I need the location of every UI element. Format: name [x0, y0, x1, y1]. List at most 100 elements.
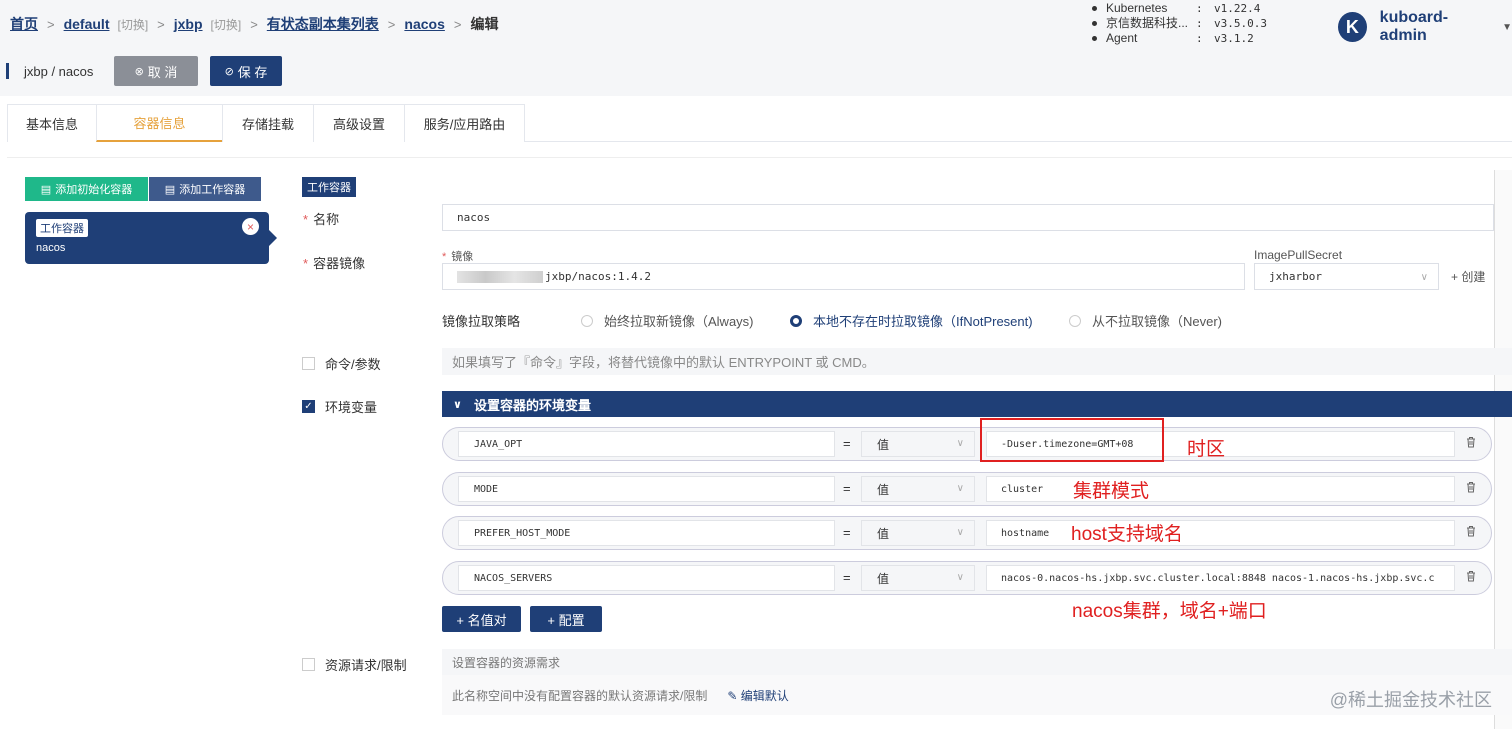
tab-container-info[interactable]: 容器信息 [96, 104, 223, 142]
redacted-registry [457, 270, 543, 283]
env-name-input[interactable]: NACOS_SERVERS [458, 565, 835, 591]
tab-advanced[interactable]: 高级设置 [313, 104, 405, 142]
image-sublabel: * 镜像 [442, 251, 474, 263]
container-card[interactable]: 工作容器 nacos × [25, 212, 277, 264]
env-row: MODE = 值 ∨ cluster [442, 472, 1492, 506]
username[interactable]: kuboard-admin [1380, 9, 1490, 45]
image-sublabel-text: 镜像 [451, 251, 474, 263]
image-label-text: 容器镜像 [313, 256, 366, 271]
env-type-select[interactable]: 值 ∨ [861, 565, 975, 591]
cancel-label: 取 消 [147, 64, 178, 80]
add-container-buttons: ▤ 添加初始化容器 ▤ 添加工作容器 [25, 177, 261, 201]
radio-always[interactable]: 始终拉取新镜像（Always) [581, 311, 754, 330]
pull-secret-select[interactable]: jxharbor ∨ [1254, 263, 1439, 290]
create-secret-link[interactable]: + 创建 [1451, 268, 1485, 285]
edit-defaults-link[interactable]: ✎ 编辑默认 [727, 687, 788, 704]
env-type-value: 值 [877, 437, 890, 452]
radio-never[interactable]: 从不拉取镜像（Never) [1069, 311, 1222, 330]
env-name-input[interactable]: JAVA_OPT [458, 431, 835, 457]
name-label-text: 名称 [313, 212, 340, 227]
breadcrumb-switch-cluster[interactable]: [切换] [117, 16, 148, 33]
user-menu[interactable]: K kuboard-admin ▼ [1338, 9, 1512, 45]
chevron-down-icon: ∨ [956, 572, 964, 583]
env-value-input[interactable]: cluster [986, 476, 1455, 502]
checkbox[interactable] [302, 357, 315, 370]
env-type-value: 值 [877, 482, 890, 497]
breadcrumb-namespace[interactable]: jxbp [174, 16, 203, 32]
radio-icon [790, 314, 802, 327]
checkbox[interactable] [302, 658, 315, 671]
breadcrumb-home[interactable]: 首页 [10, 14, 38, 34]
equals-sign: = [843, 481, 851, 496]
env-section-header[interactable]: ∨ 设置容器的环境变量 [442, 391, 1512, 417]
pull-secret-value: jxharbor [1269, 270, 1322, 283]
container-name: nacos [36, 242, 66, 254]
env-row: PREFER_HOST_MODE = 值 ∨ hostname [442, 516, 1492, 550]
add-config-button[interactable]: + 配置 [530, 606, 602, 632]
pull-policy-label: 镜像拉取策略 [442, 314, 521, 329]
image-label: * 容器镜像 [303, 256, 366, 271]
env-row: JAVA_OPT = 值 ∨ -Duser.timezone=GMT+08 [442, 427, 1492, 461]
version-value: v1.22.4 [1214, 2, 1261, 15]
version-colon: : [1196, 32, 1203, 45]
add-init-label: 添加初始化容器 [55, 184, 133, 196]
radio-icon [581, 314, 593, 327]
scrollbar[interactable] [1494, 170, 1512, 729]
command-checkbox-row[interactable]: 命令/参数 [302, 354, 381, 373]
container-type-tag: 工作容器 [36, 219, 88, 237]
breadcrumb-cluster[interactable]: default [64, 16, 110, 32]
watermark: @稀土掘金技术社区 [1329, 690, 1492, 710]
chevron-down-icon: ∨ [956, 527, 964, 538]
name-input[interactable]: nacos [442, 204, 1494, 231]
check-circle-icon: ⊘ [224, 65, 234, 78]
chevron-right-icon: > [250, 16, 258, 32]
close-icon[interactable]: × [242, 218, 259, 235]
section-tag: 工作容器 [302, 177, 356, 197]
env-type-select[interactable]: 值 ∨ [861, 431, 975, 457]
version-name: 京信数据科技... [1106, 16, 1189, 30]
add-work-container-button[interactable]: ▤ 添加工作容器 [149, 177, 261, 201]
resource-label: 资源请求/限制 [325, 658, 407, 673]
env-value-input[interactable]: hostname [986, 520, 1455, 546]
annotation-host-domain: host支持域名 [1071, 524, 1183, 545]
breadcrumb-nacos[interactable]: nacos [404, 16, 444, 32]
checkbox-checked-icon[interactable]: ✓ [302, 400, 315, 413]
add-init-container-button[interactable]: ▤ 添加初始化容器 [25, 177, 148, 201]
resource-checkbox-row[interactable]: 资源请求/限制 [302, 655, 407, 674]
env-header-text: 设置容器的环境变量 [473, 397, 591, 413]
env-type-select[interactable]: 值 ∨ [861, 520, 975, 546]
save-label: 保 存 [237, 64, 268, 80]
trash-icon[interactable] [1466, 481, 1476, 493]
save-button[interactable]: ⊘ 保 存 [210, 56, 282, 86]
trash-icon[interactable] [1466, 525, 1476, 537]
env-checkbox-row[interactable]: ✓ 环境变量 [302, 397, 377, 416]
bullet-icon [1092, 36, 1097, 41]
chevron-down-icon[interactable]: ▼ [1502, 22, 1512, 33]
equals-sign: = [843, 436, 851, 451]
cancel-icon: ⊗ [134, 65, 144, 78]
tab-service-route[interactable]: 服务/应用路由 [404, 104, 525, 142]
env-name-input[interactable]: PREFER_HOST_MODE [458, 520, 835, 546]
tab-storage[interactable]: 存储挂载 [222, 104, 314, 142]
env-type-select[interactable]: 值 ∨ [861, 476, 975, 502]
chevron-down-icon: ∨ [453, 398, 462, 411]
breadcrumb-current: 编辑 [470, 16, 499, 32]
cancel-button[interactable]: ⊗ 取 消 [114, 56, 198, 86]
tab-basic-info[interactable]: 基本信息 [7, 104, 97, 142]
breadcrumb-switch-namespace[interactable]: [切换] [211, 16, 242, 33]
trash-icon[interactable] [1466, 436, 1476, 448]
breadcrumb: 首页 > default [切换] > jxbp [切换] > 有状态副本集列表… [10, 14, 498, 34]
chevron-down-icon: ∨ [956, 438, 964, 449]
radio-if-not-present[interactable]: 本地不存在时拉取镜像（IfNotPresent) [790, 311, 1033, 330]
trash-icon[interactable] [1466, 570, 1476, 582]
image-input[interactable]: jxbp/nacos:1.4.2 [442, 263, 1245, 290]
image-value: jxbp/nacos:1.4.2 [545, 270, 651, 283]
resource-body-text: 此名称空间中没有配置容器的默认资源请求/限制 [452, 688, 708, 703]
page-title: jxbp / nacos [24, 63, 94, 79]
radio-always-label: 始终拉取新镜像（Always) [604, 314, 754, 329]
breadcrumb-statefulset-list[interactable]: 有状态副本集列表 [267, 14, 379, 34]
env-name-input[interactable]: MODE [458, 476, 835, 502]
env-value-input[interactable]: nacos-0.nacos-hs.jxbp.svc.cluster.local:… [986, 565, 1455, 591]
add-key-value-button[interactable]: + 名值对 [442, 606, 521, 632]
version-colon: : [1196, 2, 1203, 15]
